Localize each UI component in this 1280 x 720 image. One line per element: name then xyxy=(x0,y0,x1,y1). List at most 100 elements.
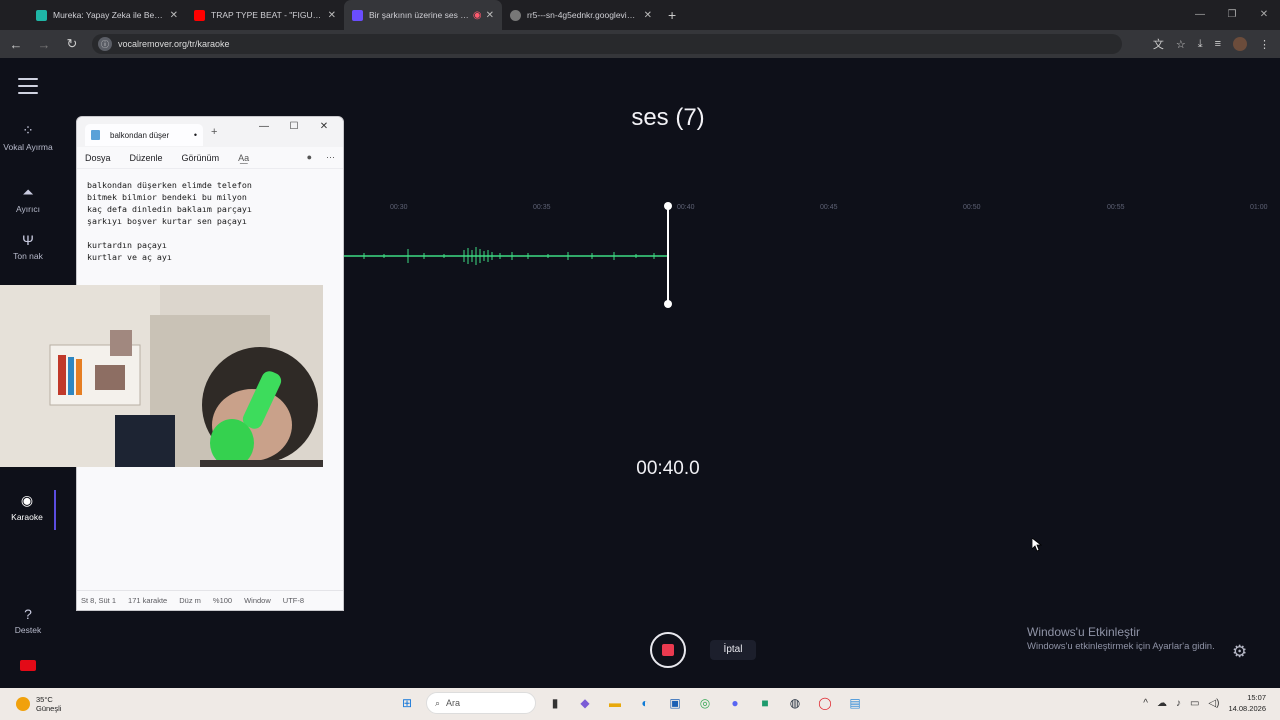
menu-file[interactable]: Dosya xyxy=(85,153,111,163)
notepad-new-tab-button[interactable]: + xyxy=(211,126,217,138)
karaoke-icon: ◉ xyxy=(20,492,34,508)
close-icon[interactable]: ✕ xyxy=(309,117,339,137)
stop-recording-button[interactable] xyxy=(650,632,686,668)
url-text: vocalremover.org/tr/karaoke xyxy=(118,39,230,49)
notepad-text-area[interactable]: balkondan düşerken elimde telefon bitmek… xyxy=(77,169,343,273)
close-tab-icon[interactable]: ✕ xyxy=(644,10,652,21)
playhead[interactable] xyxy=(664,202,672,308)
system-tray: ^ ☁ ♪ ▭ ◁) 15:07 14.08.2026 xyxy=(1143,692,1266,714)
youtube-favicon-icon xyxy=(194,9,205,21)
menu-view[interactable]: Görünüm xyxy=(182,153,220,163)
new-tab-button[interactable]: + xyxy=(668,7,676,23)
turkey-flag-icon[interactable] xyxy=(20,660,36,671)
splitter-icon: ⏶ xyxy=(22,184,34,200)
taskbar-search[interactable]: ⌕ Ara xyxy=(426,692,536,714)
back-icon[interactable]: ← xyxy=(4,37,28,52)
restore-icon[interactable]: ❐ xyxy=(1216,0,1248,30)
site-info-icon[interactable]: ⓘ xyxy=(98,37,112,51)
task-view-icon[interactable]: ▮ xyxy=(544,692,566,714)
windows-taskbar: 35°C Güneşli ⊞ ⌕ Ara ▮ ◆ ▬ ◐ ▣ ◎ ● ■ ◍ ◯… xyxy=(0,688,1280,720)
maximize-icon[interactable]: ☐ xyxy=(279,117,309,137)
browser-tab[interactable]: TRAP TYPE BEAT - "FIGURES" | ✕ xyxy=(186,0,344,30)
activation-subtitle: Windows'u etkinleştirmek için Ayarlar'a … xyxy=(1027,641,1215,652)
copilot-icon[interactable]: ◆ xyxy=(574,692,596,714)
notepad-taskbar-icon[interactable]: ▤ xyxy=(844,692,866,714)
notepad-menubar: Dosya Düzenle Görünüm A͟a ● ⋯ xyxy=(77,147,343,169)
translate-icon[interactable]: 文 xyxy=(1153,36,1164,52)
activation-title: Windows'u Etkinleştir xyxy=(1027,625,1140,639)
weather-condition: Güneşli xyxy=(36,704,62,713)
minimize-icon[interactable]: — xyxy=(249,117,279,137)
tab-title: rr5---sn-4g5ednkr.googlevideo xyxy=(527,10,640,20)
tray-overflow-icon[interactable]: ^ xyxy=(1143,698,1148,709)
playhead-handle[interactable] xyxy=(664,202,672,210)
sidebar-item-label: Ton nak xyxy=(13,251,43,261)
tab-favicon-icon xyxy=(352,9,363,21)
playhead-handle[interactable] xyxy=(664,300,672,308)
elapsed-time: 00:40.0 xyxy=(636,458,700,479)
cancel-button[interactable]: İptal xyxy=(710,640,756,660)
close-icon[interactable]: ✕ xyxy=(1248,0,1280,30)
timeline-tick: 00:30 xyxy=(390,204,408,211)
browser-tab[interactable]: Mureka: Yapay Zeka ile Benzers ✕ xyxy=(28,0,186,30)
opera-icon[interactable]: ◯ xyxy=(814,692,836,714)
hamburger-menu-icon[interactable] xyxy=(18,78,38,99)
forward-icon[interactable]: → xyxy=(32,37,56,52)
sidebar-item-support[interactable]: ? Destek xyxy=(0,606,56,635)
steam-icon[interactable]: ◍ xyxy=(784,692,806,714)
display-icon[interactable]: ▭ xyxy=(1190,698,1199,709)
more-menu-icon[interactable]: ⋮ xyxy=(1259,38,1270,51)
store-icon[interactable]: ▣ xyxy=(664,692,686,714)
browser-tab[interactable]: rr5---sn-4g5ednkr.googlevideo ✕ xyxy=(502,0,660,30)
search-placeholder: Ara xyxy=(446,698,461,708)
webcam-overlay xyxy=(0,285,323,467)
text-format-icon[interactable]: A͟a xyxy=(238,153,249,163)
account-icon[interactable]: ● xyxy=(307,152,312,163)
help-icon: ? xyxy=(24,606,32,622)
volume-icon[interactable]: ◁) xyxy=(1208,698,1219,709)
gear-icon[interactable]: ⚙ xyxy=(1232,642,1247,662)
sidebar-item-label: Vokal Ayırma xyxy=(3,142,53,152)
profile-avatar[interactable] xyxy=(1233,37,1247,51)
more-options-icon[interactable]: ⋯ xyxy=(326,152,335,163)
url-bar[interactable]: ⓘ vocalremover.org/tr/karaoke xyxy=(92,34,1122,54)
notepad-tab[interactable]: balkondan düşer • xyxy=(85,124,203,146)
download-icon[interactable]: ⤓ xyxy=(1198,38,1203,51)
sidebar-item-karaoke[interactable]: ◉ Karaoke xyxy=(0,490,56,530)
char-count: 171 karakte xyxy=(128,596,168,605)
encoding: UTF-8 xyxy=(282,596,305,605)
tab-title: Bir şarkının üzerine ses kayd xyxy=(369,10,469,20)
sidebar-item-vocal[interactable]: ⁘ Vokal Ayırma xyxy=(0,122,56,152)
network-icon[interactable]: ☁ xyxy=(1157,698,1167,709)
close-tab-icon[interactable]: ✕ xyxy=(486,10,494,21)
sidebar-item-label: Ayırıcı xyxy=(16,204,40,214)
close-tab-icon[interactable]: ✕ xyxy=(328,10,336,21)
notepad-statusbar: St 8, Süt 1 171 karakte Düz m %100 Windo… xyxy=(77,590,343,610)
file-explorer-icon[interactable]: ▬ xyxy=(604,692,626,714)
close-tab-icon[interactable]: ✕ xyxy=(170,10,178,21)
media-control-icon[interactable]: ≡ xyxy=(1215,38,1221,50)
browser-tab-bar: Mureka: Yapay Zeka ile Benzers ✕ TRAP TY… xyxy=(0,0,1280,30)
chrome-icon[interactable]: ◎ xyxy=(694,692,716,714)
bookmark-star-icon[interactable]: ☆ xyxy=(1176,38,1186,51)
clock-time: 15:07 xyxy=(1247,693,1266,702)
unsaved-dot-icon: • xyxy=(193,130,197,140)
sidebar-item-pitch[interactable]: Ψ Ton nak xyxy=(0,232,56,261)
windows-start-icon[interactable]: ⊞ xyxy=(396,692,418,714)
microphone-icon[interactable]: ♪ xyxy=(1176,698,1181,709)
minimize-icon[interactable]: — xyxy=(1184,0,1216,30)
windows-activation-watermark: Windows'u Etkinleştir Windows'u etkinleş… xyxy=(1027,625,1267,652)
browser-tab-active[interactable]: Bir şarkının üzerine ses kayd ◉ ✕ xyxy=(344,0,502,30)
menu-edit[interactable]: Düzenle xyxy=(130,153,163,163)
discord-icon[interactable]: ● xyxy=(724,692,746,714)
app-icon[interactable]: ■ xyxy=(754,692,776,714)
timeline-tick: 00:45 xyxy=(820,204,838,211)
reload-icon[interactable]: ↻ xyxy=(60,36,84,52)
clock[interactable]: 15:07 14.08.2026 xyxy=(1228,692,1266,714)
timeline-tick: 00:40 xyxy=(677,204,695,211)
recording-indicator-icon: ◉ xyxy=(472,9,482,21)
sidebar-item-splitter[interactable]: ⏶ Ayırıcı xyxy=(0,184,56,214)
edge-icon[interactable]: ◐ xyxy=(634,692,656,714)
weather-widget[interactable]: 35°C Güneşli xyxy=(16,695,61,713)
sun-icon xyxy=(16,697,30,711)
